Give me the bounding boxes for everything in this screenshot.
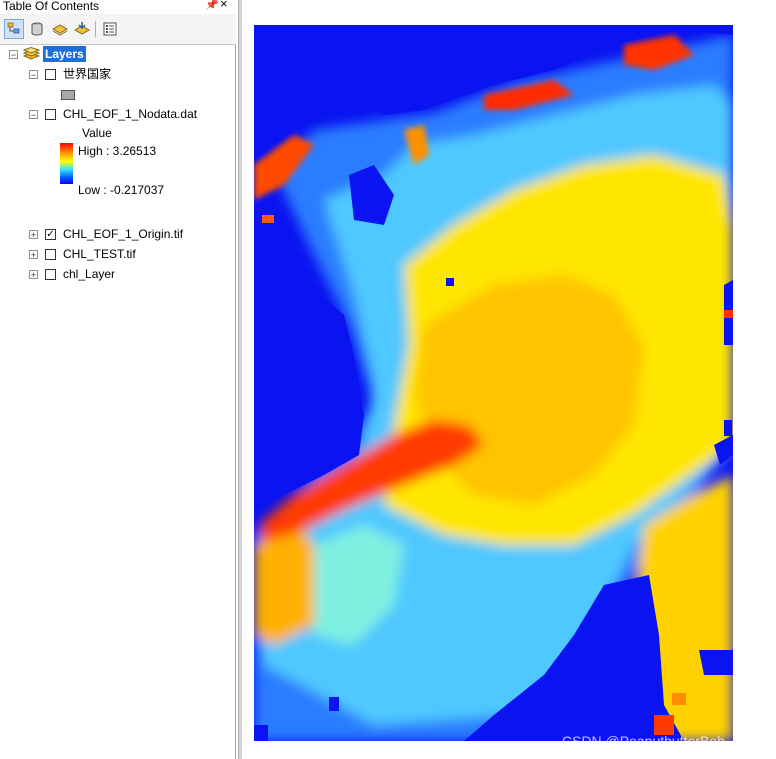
layer-visibility-checkbox[interactable] xyxy=(45,69,56,80)
list-by-drawing-order-icon[interactable] xyxy=(4,19,24,39)
expand-icon[interactable]: + xyxy=(29,270,38,280)
layers-icon xyxy=(22,46,41,66)
layer-label[interactable]: CHL_EOF_1_Origin.tif xyxy=(63,225,183,243)
pin-icon[interactable]: 📌 xyxy=(205,0,219,11)
collapse-icon[interactable]: − xyxy=(9,50,18,60)
layer-item[interactable]: − CHL_EOF_1_Nodata.dat xyxy=(0,105,236,123)
toc-toolbar xyxy=(0,14,236,45)
layer-label[interactable]: chl_Layer xyxy=(63,265,115,283)
panel-splitter[interactable] xyxy=(238,0,242,759)
watermark-text: CSDN @PeanutbutterBoh xyxy=(562,733,725,749)
map-view[interactable] xyxy=(254,25,733,741)
layer-visibility-checkbox[interactable]: ✓ xyxy=(45,229,56,240)
layer-item[interactable]: + ✓ CHL_EOF_1_Origin.tif xyxy=(0,225,236,243)
collapse-icon[interactable]: − xyxy=(29,70,38,80)
layer-visibility-checkbox[interactable] xyxy=(45,109,56,120)
color-ramp-swatch[interactable] xyxy=(60,143,73,184)
collapse-icon[interactable]: − xyxy=(29,110,38,120)
layers-label[interactable]: Layers xyxy=(43,46,86,62)
legend-heading: Value xyxy=(82,126,112,140)
layer-label[interactable]: CHL_TEST.tif xyxy=(63,245,136,263)
raster-map-image xyxy=(254,25,733,741)
legend-high-label: High : 3.26513 xyxy=(78,144,157,158)
layers-root[interactable]: − Layers xyxy=(0,45,236,63)
layer-visibility-checkbox[interactable] xyxy=(45,249,56,260)
list-by-visibility-icon[interactable] xyxy=(50,19,70,39)
table-of-contents-panel: Table Of Contents 📌 × − Layers − 世界国家 − … xyxy=(0,0,236,759)
expand-icon[interactable]: + xyxy=(29,230,38,240)
layer-item[interactable]: − 世界国家 xyxy=(0,65,236,83)
expand-icon[interactable]: + xyxy=(29,250,38,260)
legend-low-label: Low : -0.217037 xyxy=(78,183,165,197)
options-icon[interactable] xyxy=(100,19,120,39)
layer-label[interactable]: 世界国家 xyxy=(63,65,111,83)
toc-title-bar: Table Of Contents 📌 × xyxy=(0,0,236,14)
list-by-selection-icon[interactable] xyxy=(72,19,92,39)
polygon-symbol-swatch[interactable] xyxy=(61,90,75,100)
list-by-source-icon[interactable] xyxy=(27,19,47,39)
layer-visibility-checkbox[interactable] xyxy=(45,269,56,280)
layer-label[interactable]: CHL_EOF_1_Nodata.dat xyxy=(63,105,197,123)
layer-item[interactable]: + CHL_TEST.tif xyxy=(0,245,236,263)
toolbar-separator xyxy=(95,21,96,37)
close-icon[interactable]: × xyxy=(220,0,228,10)
layer-item[interactable]: + chl_Layer xyxy=(0,265,236,283)
toc-title: Table Of Contents xyxy=(3,0,100,13)
